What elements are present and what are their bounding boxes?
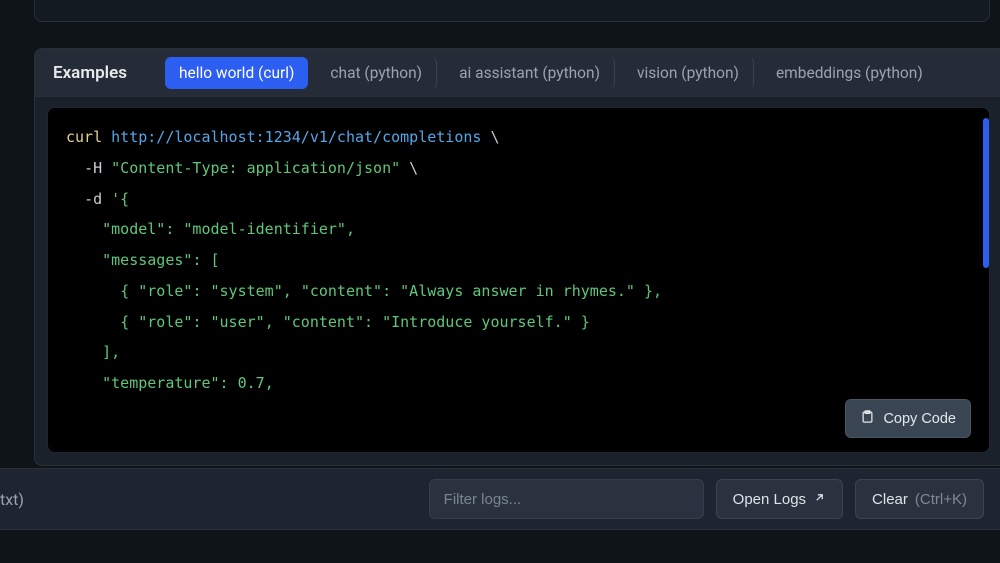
external-link-icon <box>813 491 826 508</box>
examples-panel: Examples hello world (curl) chat (python… <box>34 48 1000 466</box>
filter-logs-input[interactable] <box>429 479 704 519</box>
tab-chat-python[interactable]: chat (python) <box>316 57 437 89</box>
previous-panel-edge <box>34 0 990 22</box>
copy-code-button[interactable]: Copy Code <box>845 399 971 438</box>
examples-tabbar: Examples hello world (curl) chat (python… <box>35 49 1000 97</box>
open-logs-label: Open Logs <box>733 491 806 508</box>
examples-label: Examples <box>49 63 137 83</box>
scrollbar-thumb[interactable] <box>983 118 989 268</box>
tab-ai-assistant-python[interactable]: ai assistant (python) <box>445 57 615 89</box>
code-block[interactable]: curl http://localhost:1234/v1/chat/compl… <box>47 107 990 453</box>
copy-code-label: Copy Code <box>883 411 956 427</box>
clipboard-icon <box>860 409 875 428</box>
tab-vision-python[interactable]: vision (python) <box>623 57 754 89</box>
tab-hello-world-curl[interactable]: hello world (curl) <box>165 57 308 89</box>
bottom-toolbar: txt) Open Logs Clear (Ctrl+K) <box>0 468 1000 530</box>
clear-button[interactable]: Clear (Ctrl+K) <box>855 479 984 519</box>
clear-shortcut: (Ctrl+K) <box>915 491 967 508</box>
tab-embeddings-python[interactable]: embeddings (python) <box>762 57 937 89</box>
open-logs-button[interactable]: Open Logs <box>716 479 843 519</box>
clear-label: Clear <box>872 491 908 508</box>
truncated-text-left: txt) <box>0 490 24 509</box>
code-content: curl http://localhost:1234/v1/chat/compl… <box>66 122 971 399</box>
